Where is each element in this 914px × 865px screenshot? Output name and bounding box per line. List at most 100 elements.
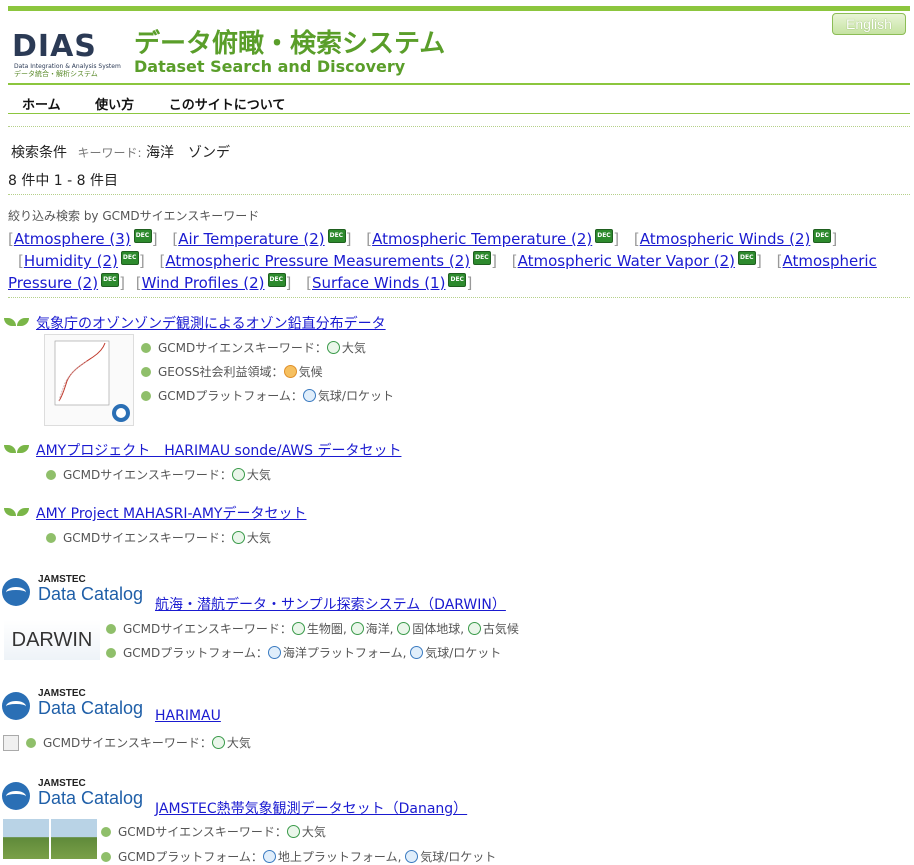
balloon-icon [405, 850, 419, 863]
nav-about[interactable]: このサイトについて [169, 98, 286, 113]
meta-value[interactable]: 大気 [247, 468, 271, 482]
logo-text: DIAS [12, 29, 97, 64]
jamstec-logo-icon [2, 782, 30, 810]
header: DIAS Data Integration & Analysis System … [8, 11, 910, 83]
result-title[interactable]: 気象庁のオゾンゾンデ観測によるオゾン鉛直分布データ [36, 313, 386, 333]
refine-keywords: [Atmosphere (3)] [Air Temperature (2)] [… [8, 228, 906, 294]
nav-howto[interactable]: 使い方 [95, 98, 134, 113]
bullet-icon [101, 852, 111, 862]
divider [8, 297, 910, 298]
meta-value[interactable]: 気球/ロケット [425, 646, 501, 660]
dec-icon[interactable] [120, 251, 139, 265]
meta-label: GCMDプラットフォーム： [123, 646, 268, 660]
jamstec-logo-icon [2, 578, 30, 606]
meta-label: GCMDプラットフォーム： [158, 389, 303, 403]
atmosphere-icon [286, 825, 300, 838]
meta-value[interactable]: 海洋プラットフォーム [283, 646, 403, 660]
bullet-icon [26, 738, 36, 748]
dec-icon[interactable] [737, 251, 756, 265]
result-title[interactable]: JAMSTEC熱帯気象観測データセット（Danang） [155, 798, 467, 818]
result-meta-row: GCMDサイエンスキーワード： 大気 [141, 339, 366, 356]
jamstec-data-catalog-logo: JAMSTEC Data Catalog [2, 778, 152, 814]
dec-icon[interactable] [473, 251, 492, 265]
logo-subtitle-ja: データ統合・解析システム [14, 70, 98, 78]
result-meta-row: GCMDサイエンスキーワード： 生物圏, 海洋, 固体地球, 古気候 [106, 620, 519, 637]
dec-icon[interactable] [267, 273, 286, 287]
ocean-icon [350, 622, 364, 635]
atmosphere-icon [231, 531, 245, 544]
refine-keyword-atmosphere[interactable]: Atmosphere (3) [14, 230, 131, 248]
refine-keyword-atmospheric-winds[interactable]: Atmospheric Winds (2) [640, 230, 811, 248]
dec-icon[interactable] [595, 229, 614, 243]
result-thumbnail[interactable] [44, 334, 134, 426]
refine-title: 絞り込み検索 by GCMDサイエンスキーワード [8, 209, 260, 223]
result-meta-row: GCMDプラットフォーム： 海洋プラットフォーム, 気球/ロケット [106, 644, 501, 661]
jamstec-logo-line2: Data Catalog [38, 584, 144, 604]
dec-icon[interactable] [327, 229, 346, 243]
keyword-value: 海洋 ゾンデ [145, 145, 230, 161]
dec-icon[interactable] [448, 273, 467, 287]
search-cond-label: 検索条件 [11, 145, 67, 161]
meta-label: GCMDサイエンスキーワード： [158, 341, 327, 355]
english-button[interactable]: English [832, 13, 906, 35]
search-conditions: 検索条件 キーワード: 海洋 ゾンデ [11, 142, 230, 162]
result-photo[interactable] [51, 819, 97, 859]
jamstec-logo-icon [2, 692, 30, 720]
meta-value[interactable]: 大気 [302, 825, 326, 839]
nav-divider [8, 113, 910, 114]
solid-earth-icon [397, 622, 411, 635]
darwin-thumbnail[interactable]: DARWIN [4, 620, 100, 660]
result-meta-row: GCMDサイエンスキーワード： 大気 [26, 734, 251, 751]
meta-value[interactable]: 気候 [299, 365, 323, 379]
meta-value[interactable]: 古気候 [483, 622, 519, 636]
climate-icon [283, 365, 297, 378]
meta-label: GCMDサイエンスキーワード： [63, 531, 232, 545]
atmosphere-icon [211, 736, 225, 749]
meta-value[interactable]: 海洋 [366, 622, 390, 636]
dec-icon[interactable] [813, 229, 832, 243]
result-photo[interactable] [3, 819, 49, 859]
refine-keyword-pressure-measurements[interactable]: Atmospheric Pressure Measurements (2) [165, 252, 470, 270]
nav-home[interactable]: ホーム [22, 98, 61, 113]
result-count: 8 件中 1 - 8 件目 [8, 173, 119, 189]
bullet-icon [46, 470, 56, 480]
divider [8, 126, 910, 127]
result-title[interactable]: 航海・潜航データ・サンプル探索システム（DARWIN） [155, 594, 506, 614]
meta-value[interactable]: 大気 [342, 341, 366, 355]
result-meta-row: GCMDサイエンスキーワード： 大気 [46, 529, 271, 546]
result-meta-row: GCMDサイエンスキーワード： 大気 [101, 823, 326, 840]
balloon-icon [410, 646, 424, 659]
leaf-icon [4, 508, 30, 518]
meta-value[interactable]: 生物圏 [307, 622, 343, 636]
refine-keyword-air-temperature[interactable]: Air Temperature (2) [178, 230, 324, 248]
refine-keyword-atmospheric-temperature[interactable]: Atmospheric Temperature (2) [372, 230, 592, 248]
meta-value[interactable]: 気球/ロケット [420, 850, 496, 864]
meta-label: GCMDサイエンスキーワード： [43, 736, 212, 750]
biosphere-icon [291, 622, 305, 635]
paleoclimate-icon [467, 622, 481, 635]
leaf-icon [4, 445, 30, 455]
result-title[interactable]: AMY Project MAHASRI-AMYデータセット [36, 503, 306, 523]
dias-logo[interactable]: DIAS Data Integration & Analysis System … [12, 11, 122, 78]
main-nav: ホーム 使い方 このサイトについて [22, 94, 315, 113]
bullet-icon [46, 533, 56, 543]
balloon-icon [302, 389, 316, 402]
refine-keyword-humidity[interactable]: Humidity (2) [24, 252, 118, 270]
meta-value[interactable]: 固体地球 [412, 622, 460, 636]
result-title[interactable]: AMYプロジェクト HARIMAU sonde/AWS データセット [36, 440, 401, 460]
meta-value[interactable]: 大気 [247, 531, 271, 545]
meta-label: GCMDサイエンスキーワード： [123, 622, 292, 636]
broken-image-icon[interactable] [3, 735, 19, 751]
meta-value[interactable]: 気球/ロケット [318, 389, 394, 403]
refine-keyword-surface-winds[interactable]: Surface Winds (1) [312, 274, 445, 292]
keyword-label: キーワード: [77, 146, 142, 160]
divider [8, 194, 910, 195]
dec-icon[interactable] [133, 229, 152, 243]
refine-keyword-water-vapor[interactable]: Atmospheric Water Vapor (2) [518, 252, 735, 270]
result-meta-row: GCMDサイエンスキーワード： 大気 [46, 466, 271, 483]
dec-icon[interactable] [101, 273, 120, 287]
meta-value[interactable]: 大気 [227, 736, 251, 750]
refine-keyword-wind-profiles[interactable]: Wind Profiles (2) [142, 274, 265, 292]
result-title[interactable]: HARIMAU [155, 708, 221, 724]
meta-value[interactable]: 地上プラットフォーム [278, 850, 398, 864]
